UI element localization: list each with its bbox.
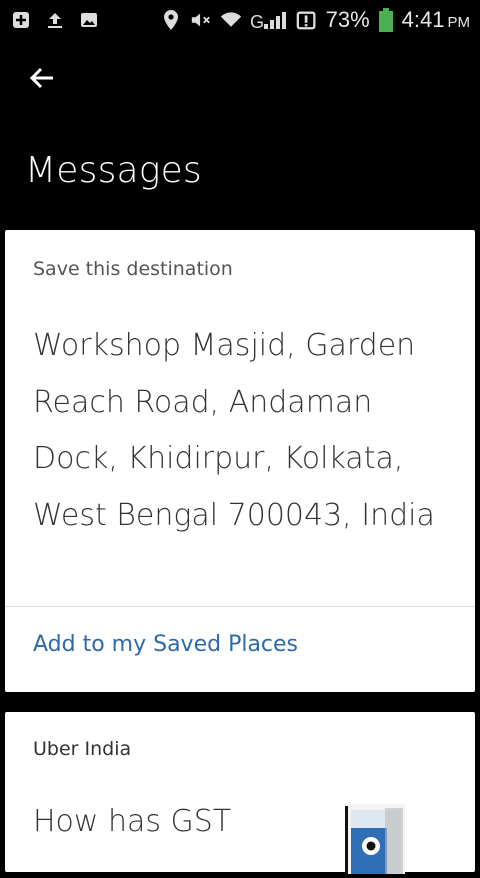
wifi-icon [220, 9, 242, 31]
message-card-save-destination[interactable]: Save this destination Workshop Masjid, G… [5, 230, 475, 692]
status-bar-system: G 73% 4:41 PM [160, 7, 470, 33]
message-card-uber-india[interactable]: Uber India How has GST [5, 712, 475, 874]
back-button[interactable] [22, 60, 62, 100]
status-bar-notifications [10, 9, 100, 31]
status-bar: G 73% 4:41 PM [0, 0, 480, 40]
battery-icon [378, 8, 394, 32]
location-icon [160, 9, 182, 31]
card-body-address: Workshop Masjid, Garden Reach Road, Anda… [33, 328, 435, 533]
mute-icon [190, 9, 212, 31]
battery-percent: 73% [325, 7, 370, 32]
upload-icon [44, 9, 66, 31]
message-thumbnail [341, 804, 405, 874]
card-body-text: How has GST [33, 804, 232, 839]
card-header: Uber India [33, 738, 132, 760]
image-icon [78, 9, 100, 31]
clock-time: 4:41 [401, 7, 445, 32]
page-title: Messages [25, 150, 202, 191]
divider [5, 606, 475, 607]
card-header: Save this destination [33, 258, 233, 280]
clock-ampm: PM [447, 14, 471, 31]
svg-text:G: G [250, 12, 264, 31]
add-box-icon [10, 9, 32, 31]
clock: 4:41 PM [402, 7, 470, 33]
add-to-saved-places-button[interactable]: Add to my Saved Places [33, 632, 298, 657]
notification-icon [296, 9, 318, 31]
arrow-left-icon [28, 64, 56, 96]
signal-icon: G [250, 9, 288, 31]
